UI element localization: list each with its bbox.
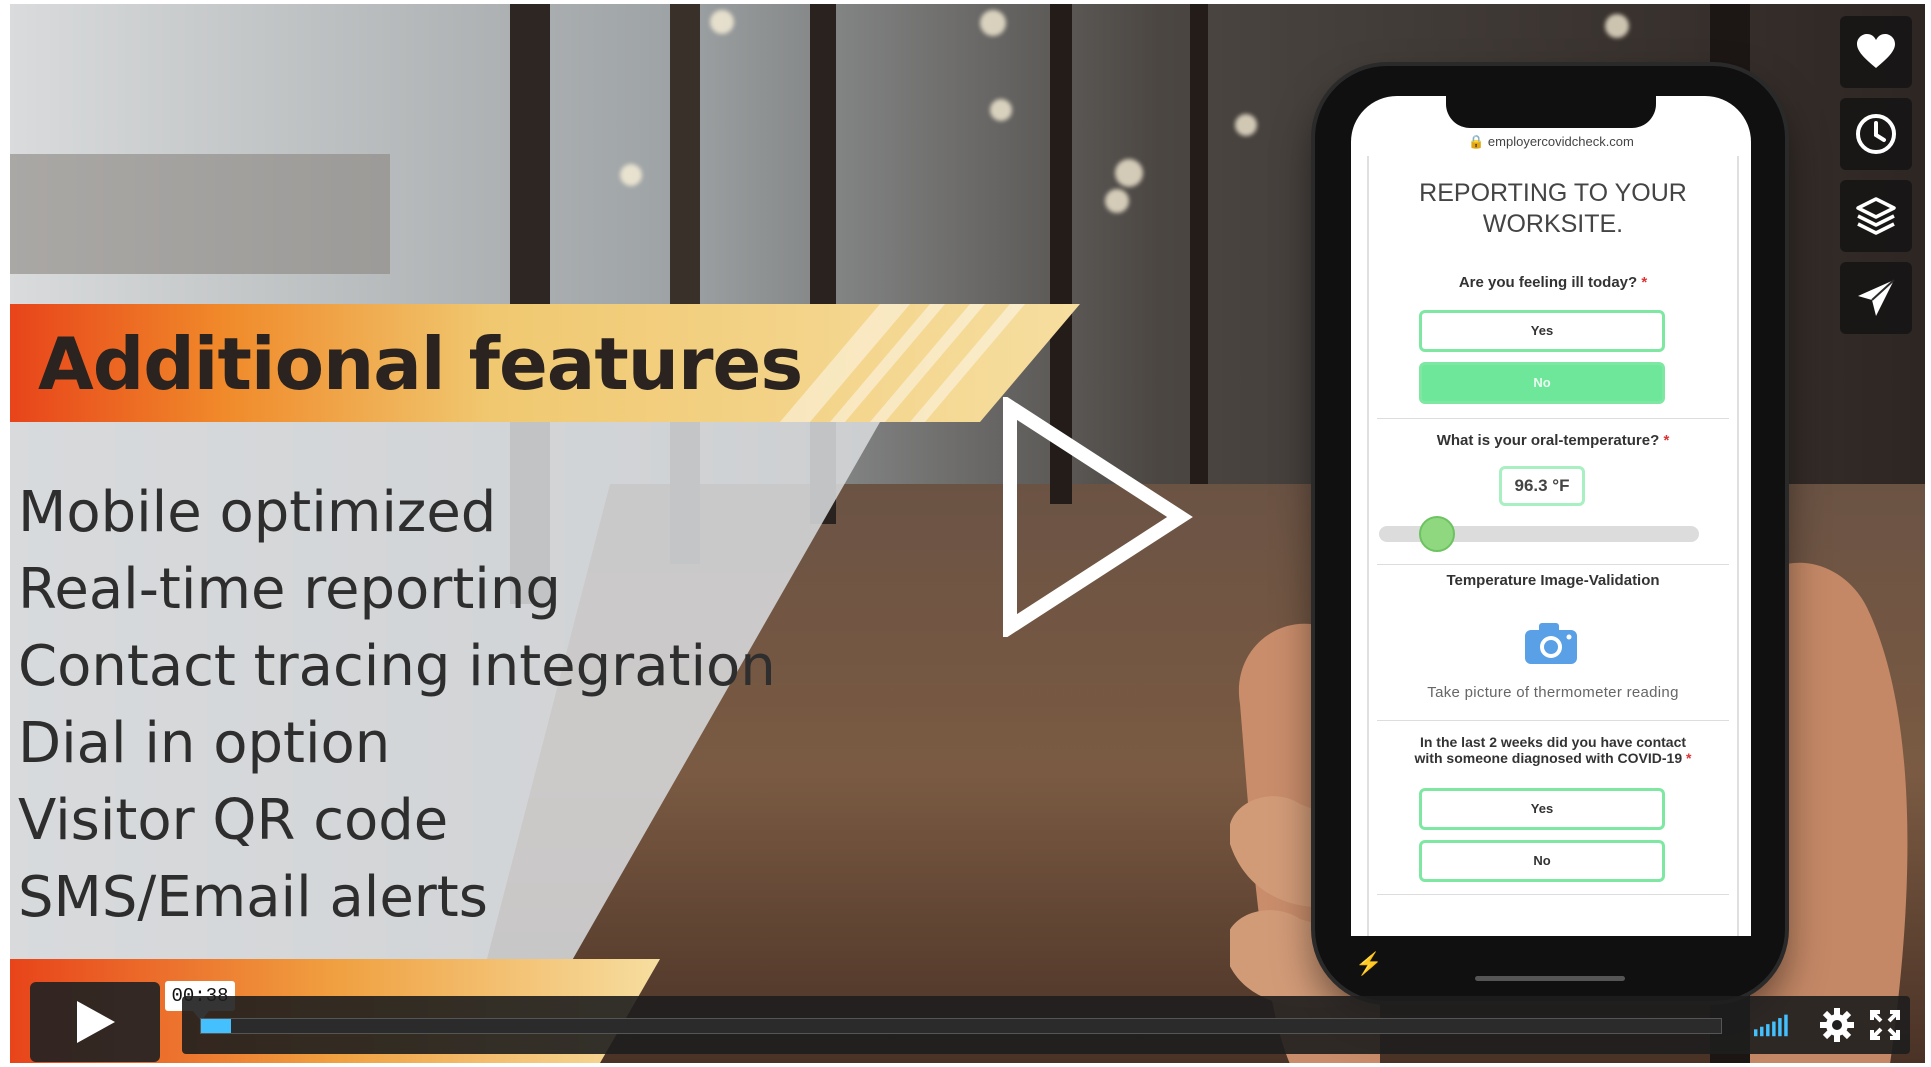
clock-icon [1856, 114, 1896, 154]
temperature-value[interactable]: 96.3 °F [1499, 466, 1585, 506]
browser-url: 🔒 employercovidcheck.com [1468, 134, 1634, 149]
gear-icon [1820, 1008, 1854, 1042]
temperature-slider[interactable] [1379, 516, 1699, 552]
contact-no-button[interactable]: No [1419, 840, 1665, 882]
feature-item: Real-time reporting [18, 557, 561, 622]
phone-mockup: 🔒 employercovidcheck.com REPORTING TO YO… [1315, 66, 1785, 1001]
ill-yes-button[interactable]: Yes [1419, 310, 1665, 352]
like-button[interactable] [1840, 16, 1912, 88]
divider [1377, 564, 1729, 565]
covid-check-form: REPORTING TO YOUR WORKSITE. Are you feel… [1367, 156, 1739, 936]
player-controls: 00:38 [10, 964, 1925, 1063]
watch-later-button[interactable] [1840, 98, 1912, 170]
feature-item: Contact tracing integration [18, 634, 776, 699]
bokeh-light [980, 10, 1006, 36]
fullscreen-button[interactable] [1866, 1006, 1904, 1044]
contact-yes-button[interactable]: Yes [1419, 788, 1665, 830]
signal-bars-icon [1754, 1014, 1788, 1037]
lock-icon: 🔒 [1468, 134, 1485, 149]
heart-icon [1857, 34, 1895, 68]
bokeh-light [1105, 189, 1129, 213]
bokeh-light [1115, 159, 1143, 187]
fullscreen-icon [1870, 1010, 1900, 1040]
play-icon [77, 1001, 115, 1043]
phone-notch [1446, 96, 1656, 128]
progress-played [201, 1019, 232, 1033]
bokeh-light [620, 164, 642, 186]
feature-item: Dial in option [18, 711, 391, 776]
phone-screen: 🔒 employercovidcheck.com REPORTING TO YO… [1351, 96, 1751, 936]
temperature-slider-thumb[interactable] [1419, 516, 1455, 552]
control-bar [182, 996, 1910, 1054]
quality-button[interactable] [1754, 1006, 1792, 1044]
feature-item: Mobile optimized [18, 480, 497, 545]
play-button[interactable] [30, 982, 160, 1062]
bokeh-light [1235, 114, 1257, 136]
bokeh-light [990, 99, 1012, 121]
layers-icon [1856, 197, 1896, 235]
feature-list: Mobile optimized Real-time reporting Con… [18, 474, 776, 936]
settings-button[interactable] [1818, 1006, 1856, 1044]
question-contact: In the last 2 weeks did you have contact… [1414, 734, 1692, 766]
paper-plane-icon [1858, 279, 1895, 316]
bokeh-light [710, 10, 734, 34]
question-temperature: What is your oral-temperature? * [1436, 432, 1670, 449]
progress-bar[interactable] [200, 1018, 1722, 1034]
share-button[interactable] [1840, 262, 1912, 334]
video-overlay-title: Additional features [38, 322, 803, 406]
video-player[interactable]: Additional features Mobile optimized Rea… [10, 4, 1925, 1063]
form-title: REPORTING TO YOUR WORKSITE. [1419, 179, 1687, 238]
feature-item: Visitor QR code [18, 788, 449, 853]
divider [1377, 418, 1729, 419]
question-ill-today: Are you feeling ill today? * [1458, 274, 1648, 291]
divider [1377, 720, 1729, 721]
divider [1377, 894, 1729, 895]
bokeh-light [1605, 14, 1629, 38]
question-image-validation: Temperature Image-Validation [1446, 572, 1660, 589]
camera-icon[interactable] [1521, 618, 1581, 668]
large-play-icon[interactable] [1000, 397, 1200, 637]
feature-item: SMS/Email alerts [18, 865, 488, 930]
ill-no-button[interactable]: No [1419, 362, 1665, 404]
collections-button[interactable] [1840, 180, 1912, 252]
camera-hint: Take picture of thermometer reading [1427, 684, 1679, 701]
